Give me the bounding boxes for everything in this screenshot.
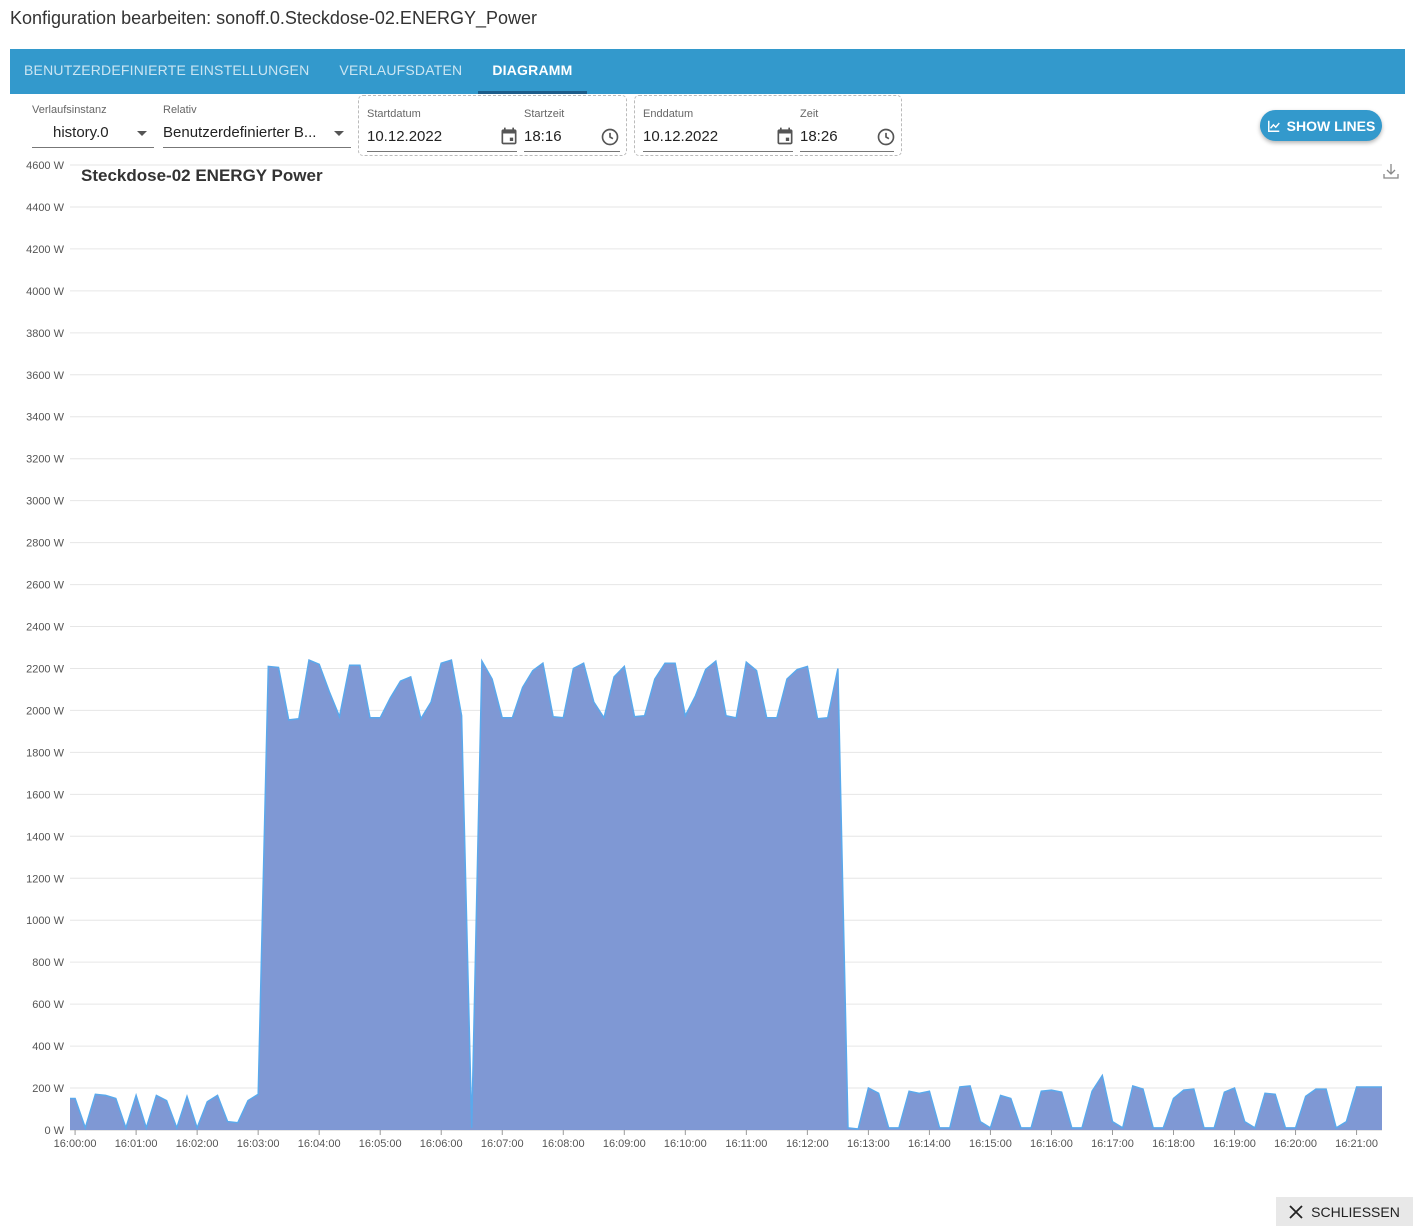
- x-tick-label: 16:21:00: [1335, 1138, 1378, 1150]
- x-tick-label: 16:17:00: [1091, 1138, 1134, 1150]
- y-tick-label: 2400 W: [26, 622, 65, 634]
- y-tick-label: 2200 W: [26, 663, 65, 675]
- y-tick-label: 3400 W: [26, 412, 65, 424]
- start-time-label: Startzeit: [524, 108, 565, 120]
- instance-label: Verlaufsinstanz: [32, 104, 107, 116]
- calendar-icon[interactable]: [775, 126, 795, 146]
- series-area: [70, 658, 1382, 1131]
- relative-select[interactable]: Relativ Benutzerdefinierter B...: [163, 104, 351, 148]
- tab-custom-settings[interactable]: BENUTZERDEFINIERTE EINSTELLUNGEN: [10, 49, 323, 94]
- chart-container: 0 W 200 W 400 W 600 W 800 W 1000 W 1200 W 1400 …: [0, 155, 1413, 1165]
- instance-underline: [32, 147, 154, 148]
- clock-icon[interactable]: [600, 127, 620, 147]
- end-date-value: 10.12.2022: [643, 128, 719, 145]
- line-chart-icon: [1267, 120, 1280, 132]
- start-date-underline: [367, 151, 517, 152]
- relative-underline: [163, 147, 351, 148]
- x-tick-label: 16:20:00: [1274, 1138, 1317, 1150]
- chart-title: Steckdose-02 ENERGY Power: [81, 166, 323, 185]
- x-tick-label: 16:06:00: [420, 1138, 463, 1150]
- y-tick-label: 2600 W: [26, 580, 65, 592]
- y-tick-label: 1400 W: [26, 831, 65, 843]
- y-tick-label: 200 W: [32, 1083, 64, 1095]
- y-tick-label: 4000 W: [26, 286, 65, 298]
- tab-history-data[interactable]: VERLAUFSDATEN: [325, 49, 476, 94]
- x-tick-label: 16:09:00: [603, 1138, 646, 1150]
- relative-label: Relativ: [163, 104, 197, 116]
- instance-select[interactable]: Verlaufsinstanz history.0: [32, 104, 154, 148]
- show-lines-label: SHOW LINES: [1286, 117, 1376, 134]
- start-date-field[interactable]: Startdatum 10.12.2022: [367, 108, 517, 152]
- y-tick-label: 4200 W: [26, 244, 65, 256]
- x-tick-label: 16:08:00: [542, 1138, 585, 1150]
- x-tick-label: 16:02:00: [176, 1138, 219, 1150]
- y-tick-label: 3000 W: [26, 496, 65, 508]
- x-tick-label: 16:18:00: [1152, 1138, 1195, 1150]
- end-time-value: 18:26: [800, 128, 838, 145]
- x-tick-label: 16:19:00: [1213, 1138, 1256, 1150]
- x-tick-label: 16:10:00: [664, 1138, 707, 1150]
- show-lines-button[interactable]: SHOW LINES: [1260, 110, 1382, 141]
- y-tick-label: 1600 W: [26, 789, 65, 801]
- chevron-down-icon: [334, 131, 344, 136]
- end-time-label: Zeit: [800, 108, 819, 120]
- y-tick-label: 1000 W: [26, 915, 65, 927]
- x-tick-label: 16:07:00: [481, 1138, 524, 1150]
- download-icon[interactable]: [1383, 164, 1399, 179]
- y-tick-label: 3200 W: [26, 454, 65, 466]
- close-button[interactable]: SCHLIESSEN: [1276, 1197, 1413, 1226]
- close-icon: [1289, 1204, 1303, 1219]
- x-tick-label: 16:13:00: [847, 1138, 890, 1150]
- y-tick-label: 2000 W: [26, 705, 65, 717]
- start-date-label: Startdatum: [367, 108, 421, 120]
- end-date-label: Enddatum: [643, 108, 694, 120]
- end-date-underline: [643, 151, 793, 152]
- x-tick-label: 16:01:00: [115, 1138, 158, 1150]
- y-tick-label: 3800 W: [26, 328, 65, 340]
- calendar-icon[interactable]: [499, 126, 519, 146]
- chevron-down-icon: [137, 131, 147, 136]
- y-tick-label: 400 W: [32, 1041, 64, 1053]
- y-tick-label: 1200 W: [26, 873, 65, 885]
- x-tick-label: 16:11:00: [725, 1138, 767, 1150]
- x-tick-label: 16:14:00: [908, 1138, 951, 1150]
- start-time-value: 18:16: [524, 128, 562, 145]
- y-tick-label: 3600 W: [26, 370, 65, 382]
- x-tick-label: 16:15:00: [969, 1138, 1012, 1150]
- x-tick-label: 16:05:00: [359, 1138, 402, 1150]
- x-tick-label: 16:00:00: [54, 1138, 97, 1150]
- y-tick-label: 600 W: [32, 999, 64, 1011]
- start-date-value: 10.12.2022: [367, 128, 443, 145]
- clock-icon[interactable]: [876, 127, 896, 147]
- start-time-underline: [524, 151, 620, 152]
- y-tick-label: 2800 W: [26, 538, 65, 550]
- x-tick-label: 16:12:00: [786, 1138, 829, 1150]
- y-tick-label: 4400 W: [26, 202, 65, 214]
- y-tick-label: 800 W: [32, 957, 64, 969]
- area-chart: 0 W 200 W 400 W 600 W 800 W 1000 W 1200 W 1400 …: [26, 160, 1399, 1150]
- y-tick-label: 4600 W: [26, 160, 65, 172]
- tab-bar: BENUTZERDEFINIERTE EINSTELLUNGEN VERLAUF…: [10, 49, 1405, 94]
- end-time-underline: [800, 151, 894, 152]
- y-tick-label: 1800 W: [26, 747, 65, 759]
- y-tick-label: 0 W: [44, 1125, 64, 1137]
- relative-value: Benutzerdefinierter B...: [163, 124, 317, 141]
- end-date-field[interactable]: Enddatum 10.12.2022: [643, 108, 793, 152]
- tab-chart[interactable]: DIAGRAMM: [478, 49, 587, 94]
- x-tick-label: 16:03:00: [237, 1138, 280, 1150]
- close-label: SCHLIESSEN: [1311, 1203, 1400, 1220]
- x-tick-label: 16:04:00: [298, 1138, 341, 1150]
- x-tick-label: 16:16:00: [1030, 1138, 1073, 1150]
- dialog-title: Konfiguration bearbeiten: sonoff.0.Steck…: [10, 8, 537, 28]
- instance-value: history.0: [53, 124, 109, 141]
